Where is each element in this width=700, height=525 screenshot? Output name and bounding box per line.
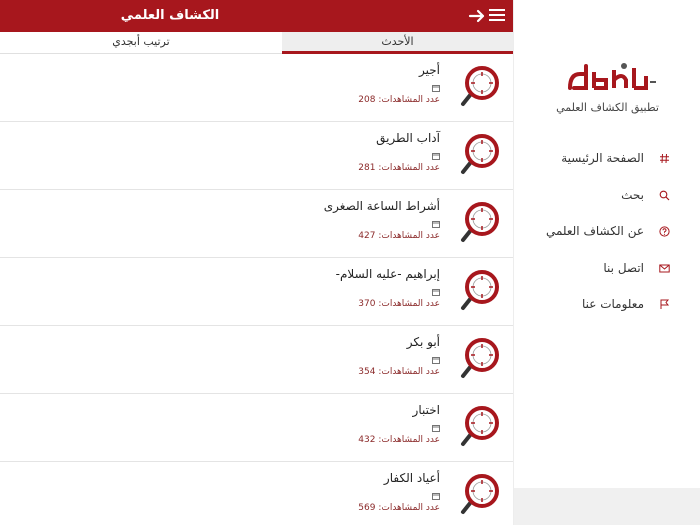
calendar-icon	[432, 493, 440, 500]
list-item[interactable]: أجير عدد المشاهدات: 208	[0, 54, 513, 122]
nav-item-home[interactable]: الصفحة الرئيسية	[514, 144, 700, 174]
page-title: الكشاف العلمي	[120, 8, 220, 23]
app-name: تطبيق الكشاف العلمي	[556, 101, 659, 114]
app-logo	[568, 63, 656, 90]
view-count: عدد المشاهدات: 208	[358, 95, 440, 105]
help-icon	[659, 226, 670, 237]
sort-tabs: ترتيب أبجدي الأحدث	[0, 32, 513, 54]
calendar-icon	[432, 289, 440, 296]
item-title: اختبار	[412, 403, 440, 417]
view-count: عدد المشاهدات: 354	[358, 367, 440, 377]
item-title: أبو بكر	[406, 335, 440, 349]
calendar-icon	[432, 221, 440, 228]
main-panel: الكشاف العلمي ترتيب أبجدي الأحدث أجير عد…	[0, 0, 513, 525]
list-item[interactable]: أعياد الكفار عدد المشاهدات: 569	[0, 462, 513, 525]
arrow-right-icon[interactable]	[468, 7, 486, 25]
list-item[interactable]: آداب الطريق عدد المشاهدات: 281	[0, 122, 513, 190]
magnifier-compass-icon	[461, 474, 499, 514]
item-title: أشراط الساعة الصغرى	[323, 199, 440, 213]
tab-alphabetical[interactable]: ترتيب أبجدي	[0, 32, 282, 54]
item-title: إبراهيم -عليه السلام-	[335, 267, 440, 281]
calendar-icon	[432, 425, 440, 432]
magnifier-compass-icon	[461, 134, 499, 174]
tab-latest[interactable]: الأحدث	[282, 32, 513, 54]
magnifier-compass-icon	[461, 406, 499, 446]
view-count: عدد المشاهدات: 569	[358, 503, 440, 513]
magnifier-compass-icon	[461, 270, 499, 310]
calendar-icon	[432, 85, 440, 92]
list-item[interactable]: اختبار عدد المشاهدات: 432	[0, 394, 513, 462]
view-count: عدد المشاهدات: 370	[358, 299, 440, 309]
nav-item-contact[interactable]: اتصل بنا	[514, 254, 700, 284]
mail-icon	[659, 264, 670, 273]
view-count: عدد المشاهدات: 432	[358, 435, 440, 445]
magnifier-compass-icon	[461, 202, 499, 242]
hash-icon	[660, 153, 669, 164]
top-app-bar: الكشاف العلمي	[0, 0, 513, 32]
nav-item-label: الصفحة الرئيسية	[561, 151, 644, 165]
magnifier-compass-icon	[461, 66, 499, 106]
nav-item-about-app[interactable]: عن الكشاف العلمي	[514, 217, 700, 247]
nav-item-about-us[interactable]: معلومات عنا	[514, 290, 700, 320]
flag-icon	[660, 299, 670, 309]
calendar-icon	[432, 357, 440, 364]
item-title: أعياد الكفار	[383, 471, 440, 485]
list-item[interactable]: أشراط الساعة الصغرى عدد المشاهدات: 427	[0, 190, 513, 258]
magnifier-compass-icon	[461, 338, 499, 378]
view-count: عدد المشاهدات: 281	[358, 163, 440, 173]
topics-list: أجير عدد المشاهدات: 208 آداب الطريق عدد …	[0, 54, 513, 525]
list-item[interactable]: إبراهيم -عليه السلام- عدد المشاهدات: 370	[0, 258, 513, 326]
nav-item-search[interactable]: بحث	[514, 181, 700, 211]
nav-item-label: بحث	[621, 188, 644, 202]
nav-item-label: اتصل بنا	[603, 261, 644, 275]
drawer-footer	[514, 488, 700, 525]
list-item[interactable]: أبو بكر عدد المشاهدات: 354	[0, 326, 513, 394]
item-title: آداب الطريق	[376, 131, 440, 145]
view-count: عدد المشاهدات: 427	[358, 231, 440, 241]
item-title: أجير	[419, 63, 440, 77]
search-icon	[659, 190, 670, 201]
nav-item-label: عن الكشاف العلمي	[545, 224, 644, 238]
nav-drawer: تطبيق الكشاف العلمي الصفحة الرئيسية بحث …	[513, 0, 700, 525]
calendar-icon	[432, 153, 440, 160]
nav-item-label: معلومات عنا	[581, 297, 644, 311]
menu-icon[interactable]	[489, 9, 505, 23]
